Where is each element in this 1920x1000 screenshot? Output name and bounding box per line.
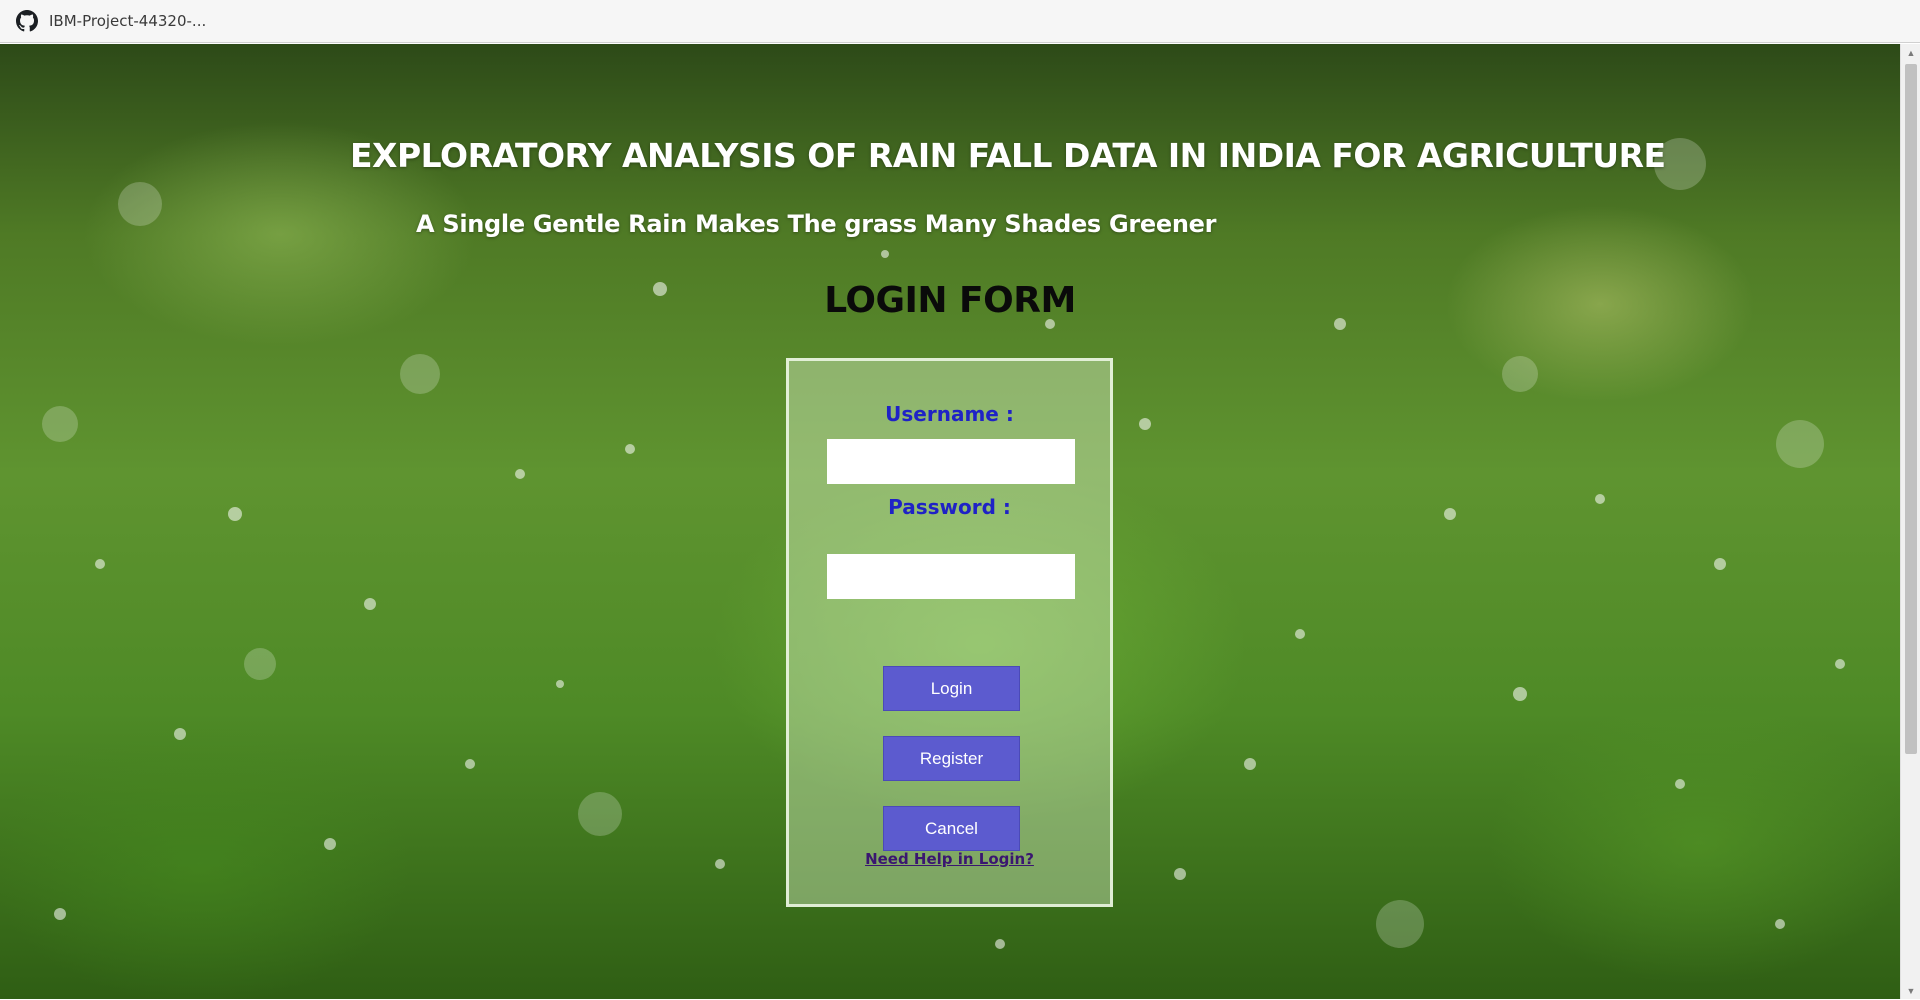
scroll-down-arrow-icon[interactable]: ▼ xyxy=(1901,982,1920,999)
login-button[interactable]: Login xyxy=(883,666,1020,711)
page-background: EXPLORATORY ANALYSIS OF RAIN FALL DATA I… xyxy=(0,44,1900,999)
page-title: EXPLORATORY ANALYSIS OF RAIN FALL DATA I… xyxy=(350,136,1666,175)
help-link-container: Need Help in Login? xyxy=(789,850,1110,868)
github-icon xyxy=(16,10,38,32)
scrollbar-thumb[interactable] xyxy=(1905,64,1917,754)
vertical-scrollbar[interactable]: ▲ ▼ xyxy=(1900,44,1920,999)
password-input[interactable] xyxy=(827,554,1075,599)
password-label: Password : xyxy=(888,495,1011,519)
scroll-up-arrow-icon[interactable]: ▲ xyxy=(1901,44,1920,61)
login-form: Username : Password : Login Register Can… xyxy=(786,358,1113,907)
need-help-link[interactable]: Need Help in Login? xyxy=(865,850,1034,868)
tab-bar: IBM-Project-44320-... xyxy=(0,0,1920,43)
register-button[interactable]: Register xyxy=(883,736,1020,781)
page-subtitle: A Single Gentle Rain Makes The grass Man… xyxy=(416,210,1217,238)
username-label: Username : xyxy=(885,402,1014,426)
login-form-title: LOGIN FORM xyxy=(824,280,1076,321)
tab-title[interactable]: IBM-Project-44320-... xyxy=(49,12,206,30)
cancel-button[interactable]: Cancel xyxy=(883,806,1020,851)
username-input[interactable] xyxy=(827,439,1075,484)
